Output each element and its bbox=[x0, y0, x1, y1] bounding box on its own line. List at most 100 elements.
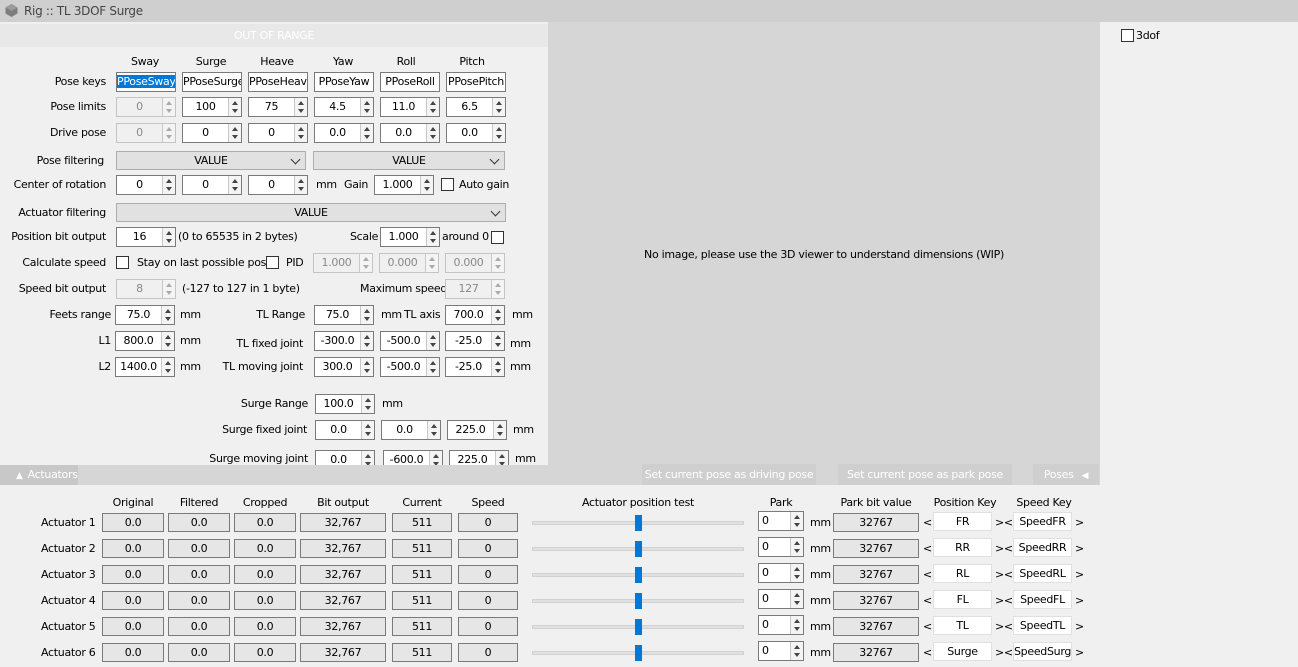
pose-limit-roll-spinner[interactable]: 11.0 bbox=[380, 97, 440, 117]
slider-thumb[interactable] bbox=[635, 541, 642, 557]
slider-thumb[interactable] bbox=[635, 515, 642, 531]
speed-key-input[interactable]: SpeedSurge bbox=[1013, 642, 1072, 661]
scale-label: Scale bbox=[350, 230, 379, 243]
surge-fixed-joint-x-spinner[interactable]: 0.0 bbox=[315, 420, 375, 440]
tl-fixed-joint-z-spinner[interactable]: -25.0 bbox=[445, 331, 505, 351]
poses-button[interactable]: Poses ◀ bbox=[1033, 464, 1099, 485]
tl-fixed-joint-x-spinner[interactable]: -300.0 bbox=[314, 331, 374, 351]
slider-thumb[interactable] bbox=[635, 619, 642, 635]
surge-fixed-joint-y-spinner[interactable]: 0.0 bbox=[381, 420, 441, 440]
bracket-right: > bbox=[1075, 620, 1084, 633]
tl-moving-joint-y-spinner[interactable]: -500.0 bbox=[380, 357, 440, 377]
set-driving-pose-button[interactable]: Set current pose as driving pose bbox=[642, 464, 816, 485]
actuators-tab[interactable]: ▲ Actuators bbox=[0, 465, 78, 485]
center-rotation-x-spinner[interactable]: 0 bbox=[116, 175, 176, 195]
drive-pose-roll-spinner[interactable]: 0.0 bbox=[380, 123, 440, 143]
pose-limit-surge-spinner[interactable]: 100 bbox=[182, 97, 242, 117]
position-key-input[interactable]: FR bbox=[933, 512, 992, 531]
bracket-right: > bbox=[1075, 594, 1084, 607]
stay-on-last-label: Stay on last possible pose bbox=[137, 256, 273, 269]
park-bit-value: 32767 bbox=[833, 617, 919, 636]
speed-key-input[interactable]: SpeedTL bbox=[1013, 616, 1072, 635]
surge-fixed-joint-z-spinner[interactable]: 225.0 bbox=[447, 420, 507, 440]
pose-limit-heave-spinner[interactable]: 75 bbox=[248, 97, 308, 117]
pose-filtering-select-1[interactable]: VALUE bbox=[116, 151, 306, 170]
surge-range-spinner[interactable]: 100.0 bbox=[315, 394, 375, 414]
drive-pose-sway-spinner[interactable]: 0 bbox=[116, 123, 176, 143]
position-key-input[interactable]: RL bbox=[933, 564, 992, 583]
pose-filtering-select-2[interactable]: VALUE bbox=[313, 151, 505, 170]
unit-mm: mm bbox=[180, 334, 201, 347]
set-park-pose-button[interactable]: Set current pose as park pose bbox=[838, 464, 1012, 485]
actuator-filtering-select[interactable]: VALUE bbox=[116, 203, 506, 222]
park-spinner[interactable]: 0 bbox=[758, 537, 804, 557]
position-bit-output-spinner[interactable]: 16 bbox=[116, 227, 176, 247]
speed-key-input[interactable]: SpeedFL bbox=[1013, 590, 1072, 609]
pose-key-heave-input[interactable]: PPoseHeave bbox=[248, 72, 308, 92]
speed-bit-output-spinner[interactable]: 8 bbox=[116, 279, 176, 299]
park-spinner[interactable]: 0 bbox=[758, 589, 804, 609]
tl-axis-spinner[interactable]: 700.0 bbox=[445, 305, 505, 325]
filtered-value: 0.0 bbox=[168, 565, 230, 584]
position-key-input[interactable]: RR bbox=[933, 538, 992, 557]
drive-pose-heave-spinner[interactable]: 0 bbox=[248, 123, 308, 143]
pose-key-sway-input[interactable]: PPoseSway bbox=[116, 72, 176, 92]
current-value: 511 bbox=[392, 565, 452, 584]
slider-thumb[interactable] bbox=[635, 567, 642, 583]
pose-limit-sway-spinner[interactable]: 0 bbox=[116, 97, 176, 117]
bracket-left: < bbox=[923, 568, 932, 581]
l1-spinner[interactable]: 800.0 bbox=[115, 331, 175, 351]
speed-key-input[interactable]: SpeedRL bbox=[1013, 564, 1072, 583]
pid-i-spinner[interactable]: 0.000 bbox=[379, 253, 439, 273]
feets-range-spinner[interactable]: 75.0 bbox=[115, 305, 175, 325]
pid-p-spinner[interactable]: 1.000 bbox=[313, 253, 373, 273]
pose-key-roll-input[interactable]: PPoseRoll bbox=[380, 72, 440, 92]
position-key-input[interactable]: FL bbox=[933, 590, 992, 609]
park-spinner[interactable]: 0 bbox=[758, 563, 804, 583]
pose-key-pitch-input[interactable]: PPosePitch bbox=[446, 72, 506, 92]
speed-range-hint: (-127 to 127 in 1 byte) bbox=[182, 282, 300, 295]
bracket-middle: >< bbox=[995, 620, 1013, 633]
center-rotation-y-spinner[interactable]: 0 bbox=[182, 175, 242, 195]
drive-pose-surge-spinner[interactable]: 0 bbox=[182, 123, 242, 143]
park-spinner[interactable]: 0 bbox=[758, 641, 804, 661]
bit-output-value: 32,767 bbox=[300, 617, 386, 636]
tl-fixed-joint-y-spinner[interactable]: -500.0 bbox=[380, 331, 440, 351]
pid-d-spinner[interactable]: 0.000 bbox=[445, 253, 505, 273]
calculate-speed-checkbox[interactable] bbox=[116, 256, 129, 269]
position-key-input[interactable]: TL bbox=[933, 616, 992, 635]
l2-label: L2 bbox=[98, 360, 111, 373]
unit-mm: mm bbox=[515, 452, 536, 465]
pose-key-yaw-input[interactable]: PPoseYaw bbox=[314, 72, 374, 92]
auto-gain-checkbox[interactable] bbox=[441, 178, 454, 191]
col-park: Park bbox=[769, 496, 793, 509]
scale-spinner[interactable]: 1.000 bbox=[380, 227, 440, 247]
center-rotation-z-spinner[interactable]: 0 bbox=[248, 175, 308, 195]
l2-spinner[interactable]: 1400.0 bbox=[115, 357, 175, 377]
park-spinner[interactable]: 0 bbox=[758, 615, 804, 635]
around-0-checkbox[interactable] bbox=[491, 231, 504, 244]
chevron-down-icon bbox=[489, 154, 500, 165]
position-key-input[interactable]: Surge bbox=[933, 642, 992, 661]
drive-pose-pitch-spinner[interactable]: 0.0 bbox=[446, 123, 506, 143]
gain-spinner[interactable]: 1.000 bbox=[374, 175, 434, 195]
cropped-value: 0.0 bbox=[234, 591, 296, 610]
speed-key-input[interactable]: SpeedFR bbox=[1013, 512, 1072, 531]
unit-mm: mm bbox=[512, 308, 533, 321]
3dof-checkbox[interactable] bbox=[1121, 29, 1134, 42]
filtered-value: 0.0 bbox=[168, 591, 230, 610]
tl-moving-joint-z-spinner[interactable]: -25.0 bbox=[445, 357, 505, 377]
speed-key-input[interactable]: SpeedRR bbox=[1013, 538, 1072, 557]
park-spinner[interactable]: 0 bbox=[758, 511, 804, 531]
pose-key-surge-input[interactable]: PPoseSurge bbox=[182, 72, 242, 92]
slider-thumb[interactable] bbox=[635, 645, 642, 661]
pose-limit-yaw-spinner[interactable]: 4.5 bbox=[314, 97, 374, 117]
pose-limit-pitch-spinner[interactable]: 6.5 bbox=[446, 97, 506, 117]
pid-checkbox[interactable] bbox=[266, 256, 279, 269]
tl-range-spinner[interactable]: 75.0 bbox=[314, 305, 374, 325]
maximum-speed-spinner[interactable]: 127 bbox=[445, 279, 505, 299]
slider-thumb[interactable] bbox=[635, 593, 642, 609]
tl-moving-joint-x-spinner[interactable]: 300.0 bbox=[314, 357, 374, 377]
drive-pose-yaw-spinner[interactable]: 0.0 bbox=[314, 123, 374, 143]
surge-fixed-joint-label: Surge fixed joint bbox=[222, 423, 307, 436]
